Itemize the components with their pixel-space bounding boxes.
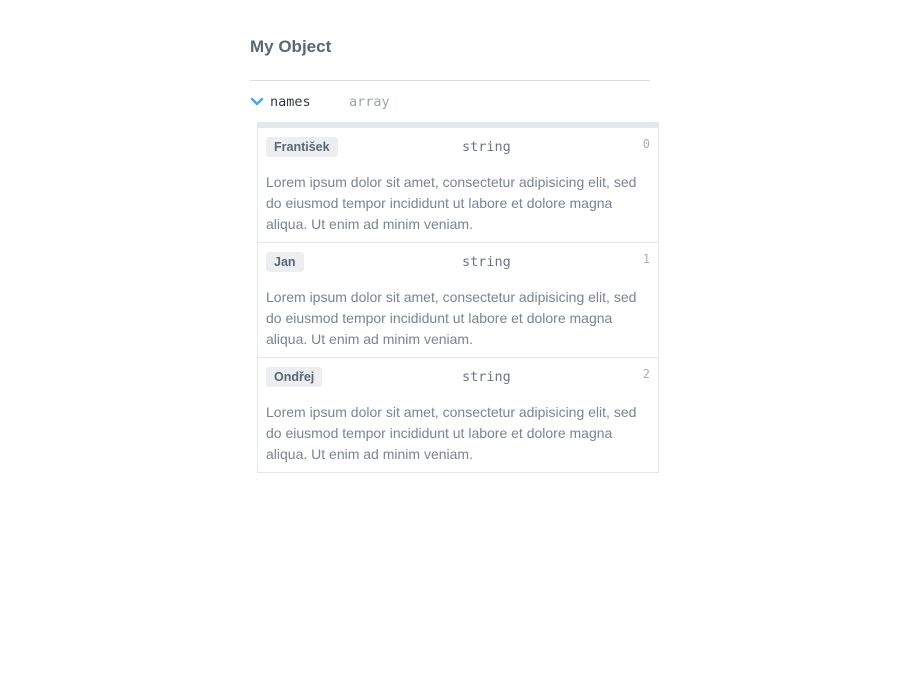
- item-type: string: [462, 369, 511, 385]
- item-index: 0: [642, 137, 650, 151]
- item-type: string: [462, 254, 511, 270]
- object-viewer: My Object names array František string 0…: [250, 0, 659, 473]
- list-item: Jan string 1 Lorem ipsum dolor sit amet,…: [258, 243, 658, 358]
- list-item: František string 0 Lorem ipsum dolor sit…: [258, 128, 658, 243]
- item-description: Lorem ipsum dolor sit amet, consectetur …: [266, 174, 637, 232]
- chevron-down-icon[interactable]: [250, 95, 264, 109]
- property-row-names[interactable]: names array: [250, 92, 659, 112]
- item-name-tag: Ondřej: [266, 367, 323, 387]
- item-type: string: [462, 139, 511, 155]
- list-item: Ondřej string 2 Lorem ipsum dolor sit am…: [258, 358, 658, 472]
- property-type: array: [349, 94, 390, 110]
- item-name-tag: Jan: [266, 252, 304, 272]
- title-divider: [250, 80, 650, 81]
- property-name: names: [270, 94, 311, 110]
- item-description: Lorem ipsum dolor sit amet, consectetur …: [266, 404, 637, 462]
- array-items-list: František string 0 Lorem ipsum dolor sit…: [257, 122, 659, 473]
- page-title: My Object: [250, 37, 332, 56]
- item-name-tag: František: [266, 137, 338, 157]
- item-index: 2: [642, 367, 650, 381]
- item-index: 1: [642, 252, 650, 266]
- item-description: Lorem ipsum dolor sit amet, consectetur …: [266, 289, 637, 347]
